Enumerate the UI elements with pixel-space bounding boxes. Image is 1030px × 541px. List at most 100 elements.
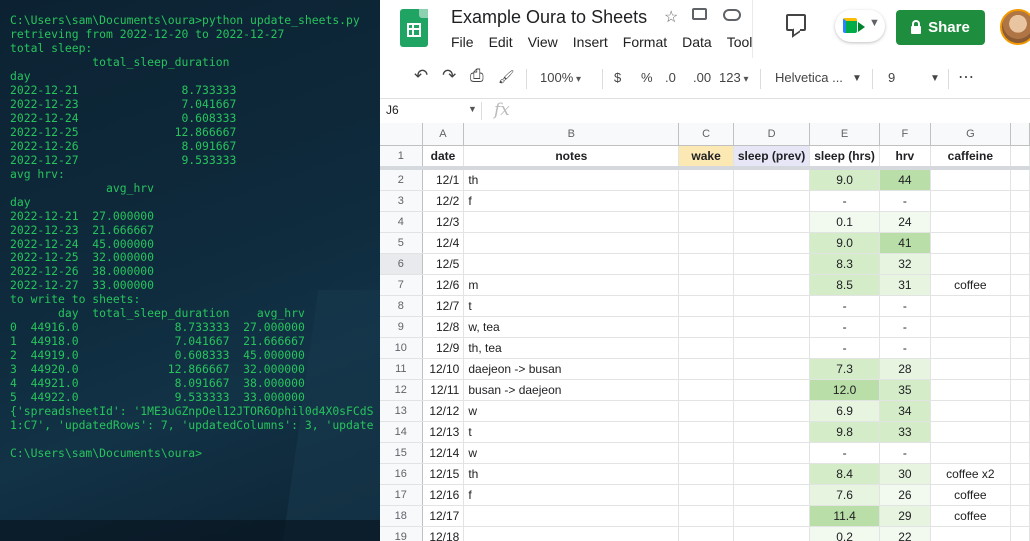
cell-wake[interactable] <box>678 379 734 401</box>
cell-sleep-hrs[interactable]: 0.2 <box>809 526 880 541</box>
row-header[interactable]: 8 <box>380 295 423 317</box>
grid-cell[interactable] <box>1010 442 1030 464</box>
cell-sleep-prev[interactable] <box>733 526 811 541</box>
cell-notes[interactable]: busan -> daejeon <box>463 379 680 401</box>
row-header[interactable]: 1 <box>380 145 423 170</box>
grid-cell[interactable] <box>1010 379 1030 401</box>
cell-notes[interactable]: w <box>463 442 680 464</box>
cell-sleep-hrs[interactable]: - <box>809 295 880 317</box>
cell-hrv[interactable]: 35 <box>879 379 931 401</box>
cell-hrv[interactable]: 34 <box>879 400 931 422</box>
cell-sleep-prev[interactable] <box>733 274 811 296</box>
more-icon[interactable]: ⋯ <box>958 67 974 87</box>
header-cell-date[interactable]: date <box>422 145 465 170</box>
cell-date[interactable]: 12/5 <box>422 253 465 275</box>
cell-sleep-hrs[interactable]: - <box>809 190 880 212</box>
row-header[interactable]: 12 <box>380 379 423 401</box>
row-header[interactable]: 11 <box>380 358 423 380</box>
row-header[interactable]: 4 <box>380 211 423 233</box>
chevron-down-icon[interactable]: ▼ <box>852 73 862 84</box>
cloud-status-icon[interactable] <box>723 9 741 21</box>
terminal-window[interactable]: C:\Users\sam\Documents\oura>python updat… <box>0 0 382 541</box>
cell-wake[interactable] <box>678 168 734 191</box>
cell-sleep-prev[interactable] <box>733 400 811 422</box>
column-header-g[interactable]: G <box>930 123 1011 146</box>
cell-sleep-hrs[interactable]: 9.0 <box>809 168 880 191</box>
cell-caffeine[interactable] <box>930 253 1011 275</box>
cell-sleep-hrs[interactable]: 8.5 <box>809 274 880 296</box>
cell-notes[interactable] <box>463 232 680 254</box>
menu-format[interactable]: Format <box>623 34 667 50</box>
cell-wake[interactable] <box>678 442 734 464</box>
cell-caffeine[interactable] <box>930 442 1011 464</box>
cell-notes[interactable]: daejeon -> busan <box>463 358 680 380</box>
grid-cell[interactable] <box>1010 253 1030 275</box>
cell-caffeine[interactable]: coffee <box>930 274 1011 296</box>
cell-notes[interactable]: th, tea <box>463 337 680 359</box>
cell-hrv[interactable]: 29 <box>879 505 931 527</box>
cell-hrv[interactable]: 44 <box>879 168 931 191</box>
meet-button[interactable]: ▼ <box>835 10 885 42</box>
cell-notes[interactable]: f <box>463 190 680 212</box>
cell-hrv[interactable]: 32 <box>879 253 931 275</box>
header-cell-notes[interactable]: notes <box>463 145 680 170</box>
menu-data[interactable]: Data <box>682 34 712 50</box>
select-all-corner[interactable] <box>380 123 423 146</box>
grid-cell[interactable] <box>1010 400 1030 422</box>
more-formats-select[interactable]: 123 <box>719 70 749 85</box>
cell-notes[interactable]: m <box>463 274 680 296</box>
cell-wake[interactable] <box>678 463 734 485</box>
row-header[interactable]: 2 <box>380 168 423 191</box>
cell-sleep-hrs[interactable]: - <box>809 316 880 338</box>
cell-wake[interactable] <box>678 316 734 338</box>
grid-cell[interactable] <box>1010 358 1030 380</box>
column-header-h[interactable] <box>1010 123 1030 146</box>
header-cell-sleep-prev[interactable]: sleep (prev) <box>733 145 811 170</box>
cell-sleep-hrs[interactable]: 6.9 <box>809 400 880 422</box>
cell-sleep-hrs[interactable]: 0.1 <box>809 211 880 233</box>
cell-date[interactable]: 12/14 <box>422 442 465 464</box>
cell-sleep-prev[interactable] <box>733 316 811 338</box>
font-select[interactable]: Helvetica ... <box>775 70 845 85</box>
cell-wake[interactable] <box>678 190 734 212</box>
cell-hrv[interactable]: 28 <box>879 358 931 380</box>
cell-wake[interactable] <box>678 337 734 359</box>
cell-wake[interactable] <box>678 526 734 541</box>
menu-edit[interactable]: Edit <box>489 34 513 50</box>
cell-hrv[interactable]: - <box>879 442 931 464</box>
column-header-a[interactable]: A <box>422 123 465 146</box>
name-box[interactable]: J6 <box>386 103 399 117</box>
paint-format-icon[interactable]: 🖌 <box>498 69 515 85</box>
cell-sleep-prev[interactable] <box>733 505 811 527</box>
cell-hrv[interactable]: 31 <box>879 274 931 296</box>
grid-cell[interactable] <box>1010 274 1030 296</box>
column-header-c[interactable]: C <box>678 123 734 146</box>
cell-sleep-hrs[interactable]: 9.8 <box>809 421 880 443</box>
cell-caffeine[interactable]: coffee <box>930 505 1011 527</box>
row-header[interactable]: 10 <box>380 337 423 359</box>
row-header[interactable]: 16 <box>380 463 423 485</box>
cell-date[interactable]: 12/3 <box>422 211 465 233</box>
cell-sleep-hrs[interactable]: 11.4 <box>809 505 880 527</box>
font-size-select[interactable]: 9 <box>888 70 895 85</box>
menu-insert[interactable]: Insert <box>573 34 608 50</box>
cell-sleep-prev[interactable] <box>733 442 811 464</box>
cell-date[interactable]: 12/4 <box>422 232 465 254</box>
column-header-e[interactable]: E <box>809 123 880 146</box>
column-header-f[interactable]: F <box>879 123 931 146</box>
cell-hrv[interactable]: 30 <box>879 463 931 485</box>
header-cell-hrv[interactable]: hrv <box>879 145 931 170</box>
cell-caffeine[interactable] <box>930 400 1011 422</box>
grid-cell[interactable] <box>1010 211 1030 233</box>
cell-date[interactable]: 12/17 <box>422 505 465 527</box>
cell-hrv[interactable]: 22 <box>879 526 931 541</box>
grid-cell[interactable] <box>1010 337 1030 359</box>
cell-date[interactable]: 12/18 <box>422 526 465 541</box>
cell-hrv[interactable]: 26 <box>879 484 931 506</box>
menu-view[interactable]: View <box>528 34 558 50</box>
cell-caffeine[interactable] <box>930 232 1011 254</box>
grid-cell[interactable] <box>1010 190 1030 212</box>
header-cell-caffeine[interactable]: caffeine <box>930 145 1011 170</box>
cell-sleep-hrs[interactable]: 12.0 <box>809 379 880 401</box>
sheets-logo-icon[interactable] <box>400 9 428 47</box>
